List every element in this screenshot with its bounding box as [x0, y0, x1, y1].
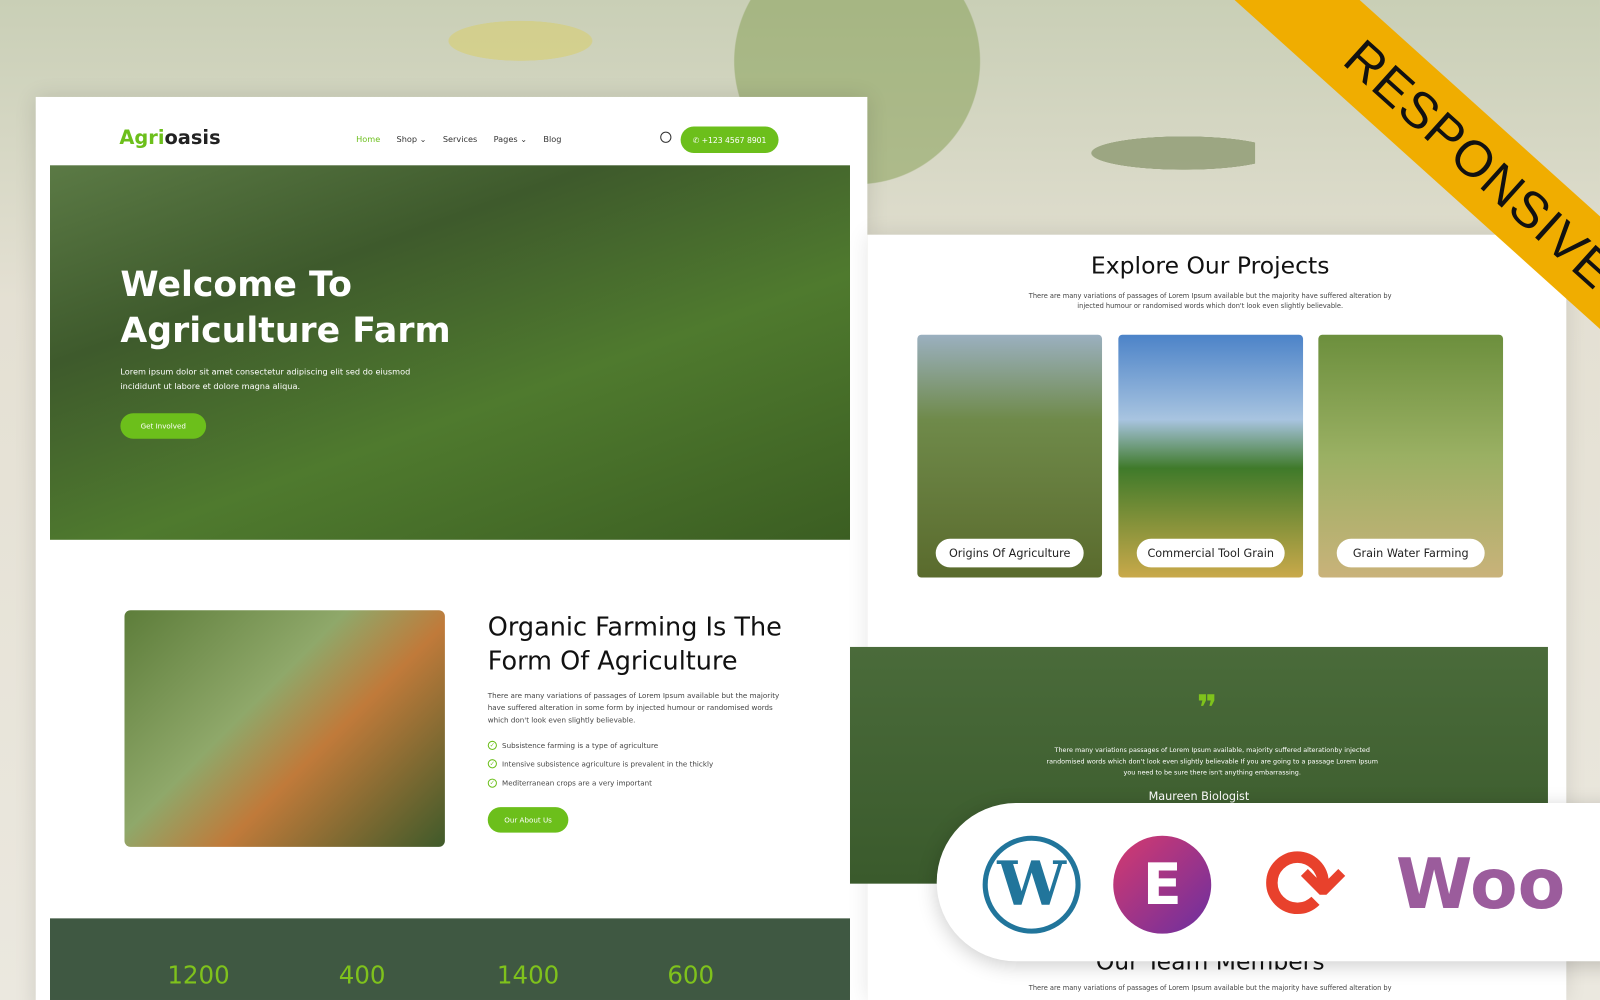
check-item: ✓ Intensive subsistence agriculture is pr…: [487, 759, 713, 769]
hero-title: Welcome To Agriculture Farm: [120, 264, 451, 352]
plugin-badges: W E ⟳ Woo: [936, 803, 1600, 962]
phone-button[interactable]: ✆ +123 4567 8901: [680, 126, 779, 154]
check-item: ✓ Subsistence farming is a type of agricu…: [487, 740, 658, 750]
get-involved-button[interactable]: Get Involved: [120, 413, 207, 439]
check-icon: ✓: [487, 740, 497, 750]
promo-canvas: Agrioasis Home Shop ⌄ Services Pages ⌄ B…: [0, 0, 1600, 1000]
about-text: There are many variations of passages of…: [487, 691, 780, 725]
about-title: Organic Farming Is The Form Of Agricultu…: [487, 612, 782, 676]
wordpress-icon: W: [982, 835, 1081, 934]
nav-blog[interactable]: Blog: [543, 135, 561, 144]
navbar: Agrioasis Home Shop ⌄ Services Pages ⌄ B…: [49, 114, 850, 166]
hero-text: Lorem ipsum dolor sit amet consectetur a…: [120, 367, 411, 391]
testimonial-text: There many variations passages of Lorem …: [1046, 746, 1379, 777]
check-item: ✓ Mediterranean crops are a very importan…: [487, 778, 652, 788]
hero: Welcome To Agriculture Farm Lorem ipsum d…: [49, 165, 850, 540]
nav-pages[interactable]: Pages ⌄: [494, 135, 527, 144]
check-icon: ✓: [487, 759, 497, 769]
stats-band: 1200 400 1400 600: [49, 918, 850, 1000]
nav-services[interactable]: Services: [443, 135, 477, 144]
check-icon: ✓: [487, 778, 497, 788]
nav-home[interactable]: Home: [356, 135, 380, 144]
projects-text: There are many variations of passages of…: [1028, 291, 1392, 311]
stat-value: 1200: [167, 961, 230, 990]
elementor-icon: E: [1113, 835, 1212, 934]
stat-value: 1400: [496, 961, 560, 990]
search-icon[interactable]: [660, 131, 672, 143]
team-text: There are many variations of passages of…: [1028, 983, 1392, 992]
stat-value: 400: [338, 961, 386, 990]
stat-value: 600: [667, 961, 715, 990]
project-card[interactable]: Commercial Tool Grain: [1118, 334, 1304, 578]
project-card[interactable]: Grain Water Farming: [1318, 334, 1504, 578]
project-card[interactable]: Origins Of Agriculture: [917, 334, 1103, 578]
about-us-button[interactable]: Our About Us: [487, 807, 569, 833]
farmer-image: [124, 610, 445, 847]
woocommerce-icon: Woo: [1395, 844, 1566, 925]
quote-icon: ❞: [1196, 687, 1218, 729]
update-icon: ⟳: [1264, 827, 1347, 942]
projects-title: Explore Our Projects: [1090, 253, 1330, 280]
testimonial-name: Maureen Biologist: [1148, 789, 1250, 804]
nav-shop[interactable]: Shop ⌄: [397, 135, 427, 144]
logo[interactable]: Agrioasis: [119, 127, 220, 149]
